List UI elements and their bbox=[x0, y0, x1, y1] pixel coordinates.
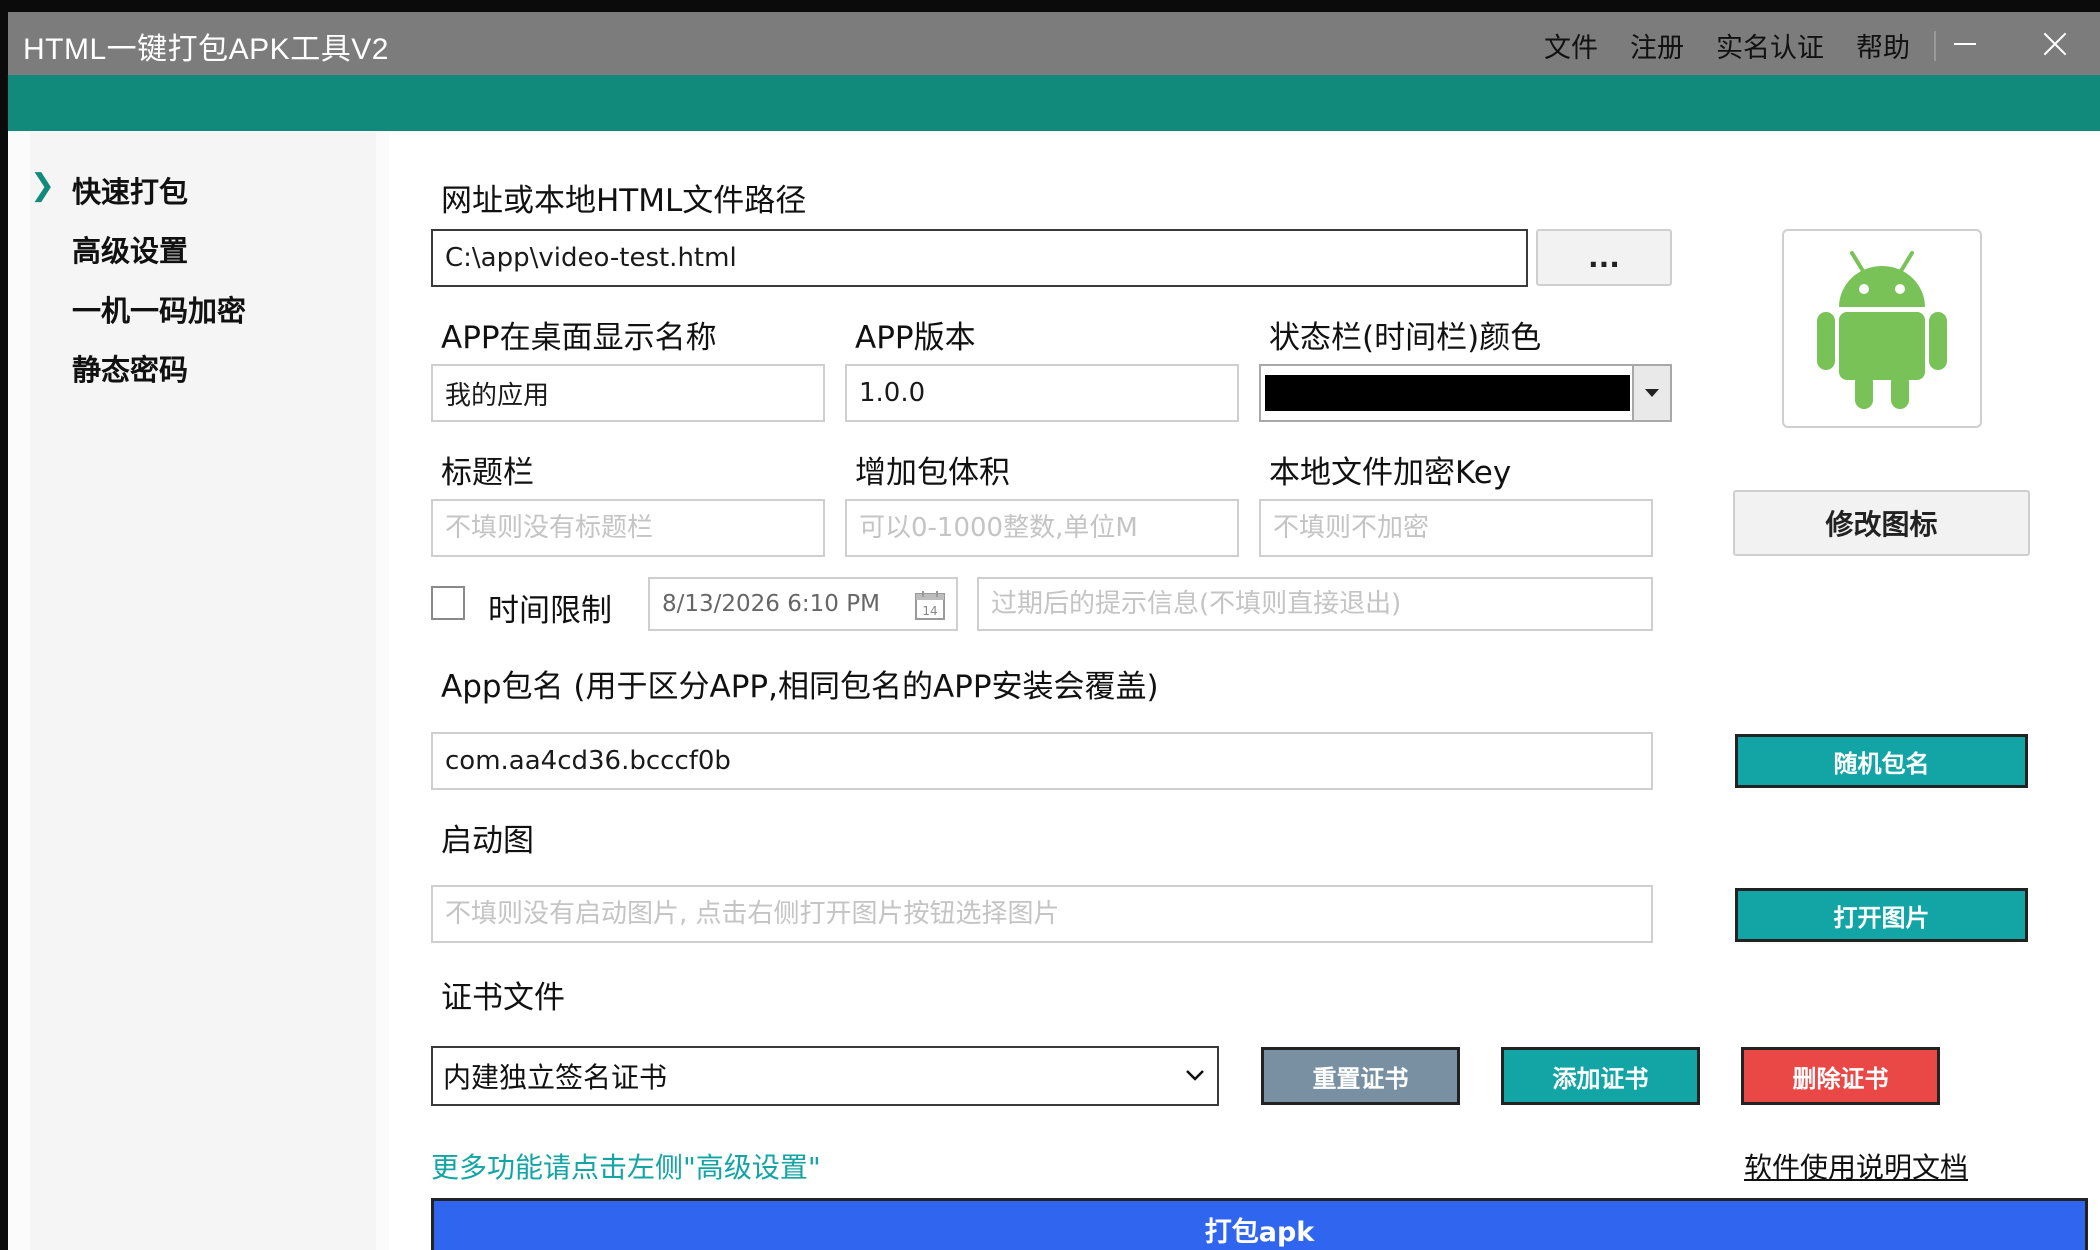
pad-size-label: 增加包体积 bbox=[855, 455, 1010, 491]
status-bar-color-label: 状态栏(时间栏)颜色 bbox=[1269, 320, 1542, 356]
advanced-settings-hint-link[interactable]: 更多功能请点击左侧"高级设置" bbox=[431, 1146, 821, 1186]
minimize-button[interactable] bbox=[1920, 12, 2010, 75]
splash-image-input[interactable] bbox=[431, 885, 1653, 943]
menu-register[interactable]: 注册 bbox=[1630, 26, 1684, 65]
accent-header-band bbox=[8, 75, 2100, 131]
app-window: HTML一键打包APK工具V2 文件 注册 实名认证 帮助 ❯ 快速打包 高级设… bbox=[8, 12, 2100, 1250]
app-name-label: APP在桌面显示名称 bbox=[441, 320, 717, 356]
menu-file[interactable]: 文件 bbox=[1544, 26, 1598, 65]
color-swatch bbox=[1265, 375, 1630, 411]
android-robot-icon bbox=[1817, 250, 1947, 409]
expiry-message-input[interactable] bbox=[977, 577, 1653, 631]
close-button[interactable] bbox=[2010, 12, 2100, 75]
reset-certificate-button[interactable]: 重置证书 bbox=[1261, 1047, 1460, 1105]
app-title: HTML一键打包APK工具V2 bbox=[23, 33, 389, 66]
random-package-button[interactable]: 随机包名 bbox=[1735, 734, 2028, 788]
delete-certificate-button[interactable]: 删除证书 bbox=[1741, 1047, 1940, 1105]
open-image-button[interactable]: 打开图片 bbox=[1735, 888, 2028, 942]
dropdown-button[interactable] bbox=[1632, 366, 1670, 420]
sidebar-item-static-password[interactable]: 静态密码 bbox=[72, 347, 188, 389]
certificate-select[interactable]: 内建独立签名证书 bbox=[431, 1046, 1219, 1106]
url-input[interactable] bbox=[431, 229, 1528, 287]
user-manual-link[interactable]: 软件使用说明文档 bbox=[1744, 1146, 1968, 1186]
minimize-icon bbox=[1954, 42, 1976, 45]
app-icon-preview bbox=[1782, 229, 1982, 428]
chevron-right-icon: ❯ bbox=[30, 168, 56, 203]
package-name-label: App包名 (用于区分APP,相同包名的APP安装会覆盖) bbox=[441, 669, 1159, 705]
close-icon bbox=[2043, 32, 2067, 56]
chevron-down-icon bbox=[1186, 1070, 1204, 1081]
build-apk-button[interactable]: 打包apk bbox=[431, 1198, 2088, 1250]
add-certificate-button[interactable]: 添加证书 bbox=[1501, 1047, 1700, 1105]
sidebar-item-quick-pack[interactable]: 快速打包 bbox=[72, 169, 188, 211]
app-version-input[interactable] bbox=[845, 364, 1239, 422]
package-name-input[interactable] bbox=[431, 732, 1653, 790]
status-bar-color-picker[interactable] bbox=[1259, 364, 1672, 422]
browse-button[interactable]: ... bbox=[1536, 229, 1672, 286]
time-limit-label: 时间限制 bbox=[488, 593, 612, 629]
encrypt-key-label: 本地文件加密Key bbox=[1269, 455, 1512, 491]
expiry-date-picker[interactable]: 8/13/2026 6:10 PM 14 bbox=[648, 577, 958, 631]
time-limit-checkbox[interactable] bbox=[431, 586, 465, 620]
expiry-date-value: 8/13/2026 6:10 PM bbox=[662, 591, 880, 617]
title-bar[interactable]: HTML一键打包APK工具V2 文件 注册 实名认证 帮助 bbox=[8, 12, 2100, 75]
certificate-selected-value: 内建独立签名证书 bbox=[443, 1061, 668, 1094]
sidebar-item-device-encryption[interactable]: 一机一码加密 bbox=[72, 288, 246, 330]
sidebar: ❯ 快速打包 高级设置 一机一码加密 静态密码 bbox=[8, 131, 389, 1250]
app-version-label: APP版本 bbox=[855, 320, 976, 356]
certificate-label: 证书文件 bbox=[441, 980, 565, 1016]
menu-verify[interactable]: 实名认证 bbox=[1716, 26, 1824, 65]
calendar-icon[interactable]: 14 bbox=[914, 589, 946, 621]
splash-label: 启动图 bbox=[441, 823, 534, 859]
pad-size-input[interactable] bbox=[845, 499, 1239, 557]
sidebar-item-advanced-settings[interactable]: 高级设置 bbox=[72, 228, 188, 270]
title-bar-label: 标题栏 bbox=[441, 455, 534, 491]
caret-down-icon bbox=[1645, 389, 1659, 397]
title-bar-input[interactable] bbox=[431, 499, 825, 557]
menu-help[interactable]: 帮助 bbox=[1856, 26, 1910, 65]
url-label: 网址或本地HTML文件路径 bbox=[441, 183, 807, 219]
app-name-input[interactable] bbox=[431, 364, 825, 422]
encrypt-key-input[interactable] bbox=[1259, 499, 1653, 557]
main-panel: 网址或本地HTML文件路径 ... APP在桌面显示名称 APP版本 状态栏(时… bbox=[389, 131, 2100, 1250]
menu-bar: 文件 注册 实名认证 帮助 bbox=[1512, 26, 1936, 65]
change-icon-button[interactable]: 修改图标 bbox=[1733, 490, 2030, 556]
calendar-day: 14 bbox=[922, 604, 937, 618]
